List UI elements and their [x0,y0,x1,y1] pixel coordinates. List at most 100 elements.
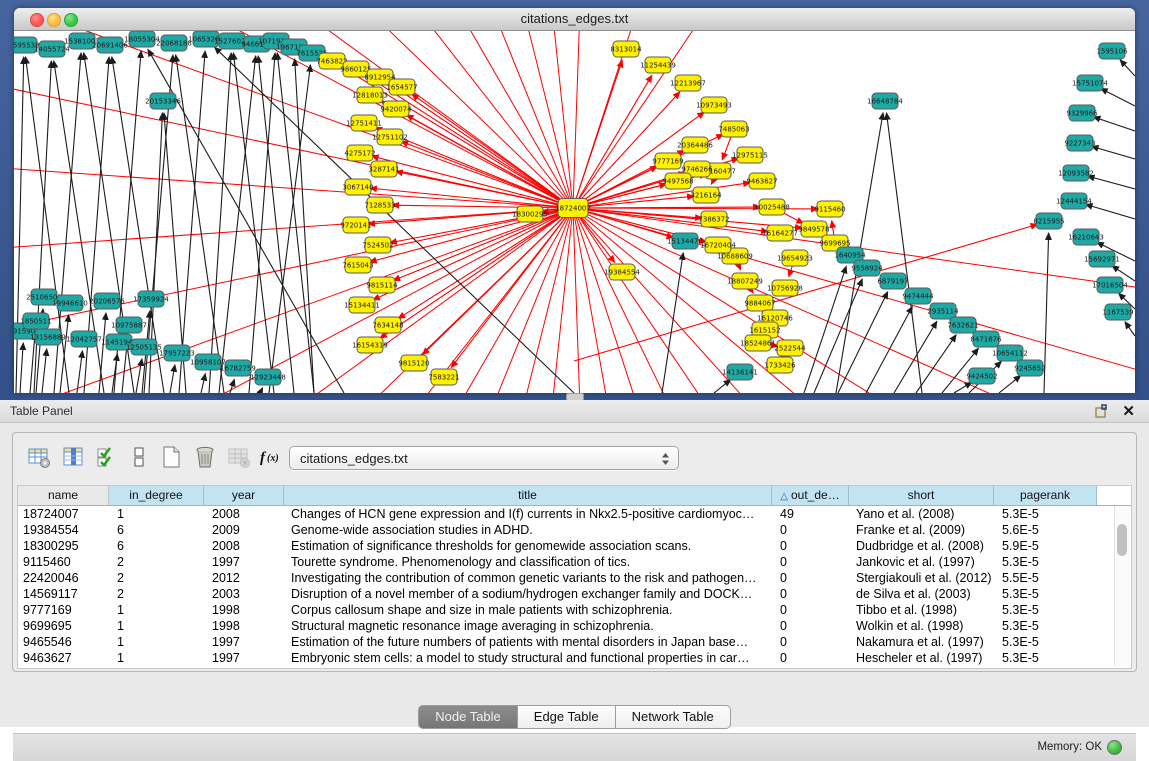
graph-node[interactable]: 12751102 [372,129,408,145]
graph-node[interactable]: 12751411 [346,115,382,131]
graph-node[interactable]: 15751074 [1072,75,1108,91]
graph-node[interactable]: 8215955 [1033,213,1064,229]
graph-node[interactable]: 3067140 [342,179,373,195]
graph-node[interactable]: 9245652 [1014,360,1045,376]
graph-node[interactable]: 9849578 [798,221,829,237]
graph-node[interactable]: 18807249 [727,273,763,289]
graph-node[interactable]: 9463627 [746,173,777,189]
graph-node[interactable]: 1733426 [764,357,796,373]
column-header-pagerank[interactable]: pagerank [994,486,1097,505]
column-header-title[interactable]: title [284,486,772,505]
graph-node[interactable]: 15134411 [344,297,380,313]
graph-node[interactable]: 7485063 [718,121,749,137]
graph-node[interactable]: 12975115 [732,147,768,163]
graph-node[interactable]: 14136141 [722,364,758,380]
table-row[interactable]: 977716911998Corpus callosum shape and si… [18,602,1131,618]
graph-node[interactable]: 10654112 [992,345,1028,361]
table-row[interactable]: 1872400712008Changes of HCN gene express… [18,506,1131,522]
graph-node[interactable]: 2522544 [774,340,806,356]
graph-node[interactable]: 18524861 [740,335,776,351]
graph-node[interactable]: 22068188 [156,35,192,51]
graph-node[interactable]: 1167539 [1102,304,1133,320]
select-rows-check-button[interactable] [93,445,121,473]
graph-node[interactable]: 7524502 [362,237,393,253]
graph-node[interactable]: 16210643 [1068,229,1104,245]
graph-node[interactable]: 19946610 [52,295,88,311]
table-row[interactable]: 1938455462009Genome-wide association stu… [18,522,1131,538]
graph-node[interactable]: 12505135 [126,339,162,355]
tab-node-table[interactable]: Node Table [418,705,518,729]
graph-node[interactable]: 19384554 [604,264,640,280]
graph-node[interactable]: 20691406 [92,37,128,53]
graph-node[interactable]: 7128533 [364,197,395,213]
float-panel-icon[interactable] [1095,404,1109,418]
graph-node[interactable]: 9558924 [851,260,883,276]
table-row[interactable]: 1456911722003Disruption of a novel membe… [18,586,1131,602]
new-table-button[interactable] [157,445,185,473]
graph-node[interactable]: 1850511 [20,313,51,329]
memory-status-indicator[interactable] [1107,740,1122,755]
function-builder-button[interactable]: f(x) [259,445,287,473]
graph-node[interactable]: 16648784 [867,93,903,109]
graph-node[interactable]: 9497568 [662,173,693,189]
graph-node[interactable]: 18055304 [124,31,160,47]
graph-node[interactable]: 17016504 [1092,277,1128,293]
graph-node[interactable]: 10975887 [111,317,147,333]
graph-node[interactable]: 18300295 [512,206,548,222]
network-graph-canvas[interactable]: 1872400715955381405572415381007206914061… [14,31,1135,393]
graph-node[interactable]: 12923448 [250,369,286,385]
close-panel-icon[interactable]: ✕ [1122,402,1135,420]
graph-node[interactable]: 9115460 [814,201,845,217]
table-vertical-scrollbar[interactable] [1114,506,1130,666]
graph-node[interactable]: 16154319 [352,337,388,353]
graph-node[interactable]: 16720404 [700,237,736,253]
graph-node[interactable]: 7583221 [428,369,459,385]
graph-node[interactable]: 17359924 [133,291,169,307]
graph-node[interactable]: 20206576 [89,293,125,309]
graph-node[interactable]: 12093582 [1058,165,1094,181]
row-height-button[interactable] [125,445,153,473]
graph-node[interactable]: 9815114 [366,277,398,293]
graph-node[interactable]: 9777169 [652,153,683,169]
table-row[interactable]: 946554611997Estimation of the future num… [18,634,1131,650]
table-row[interactable]: 946362711997Embryonic stem cells: a mode… [18,650,1131,666]
graph-node[interactable]: 10025488 [754,199,790,215]
graph-node[interactable]: 1654577 [386,79,417,95]
graph-node[interactable]: 7386372 [698,211,729,227]
graph-node[interactable]: 11254439 [640,57,676,73]
graph-node[interactable]: 12444154 [1056,193,1092,209]
table-settings-button[interactable] [25,445,53,473]
tab-network-table[interactable]: Network Table [616,705,731,729]
graph-node[interactable]: 7634148 [372,317,403,333]
graph-node[interactable]: 8313014 [610,41,642,57]
graph-node[interactable]: 6879197 [877,273,908,289]
graph-node[interactable]: 7632621 [947,317,978,333]
graph-node[interactable]: 9329966 [1066,105,1098,121]
column-select-button[interactable] [59,445,87,473]
graph-node[interactable]: 9815120 [398,355,429,371]
graph-node[interactable]: 9227343 [1064,135,1095,151]
graph-node[interactable]: 9420074 [380,101,412,117]
graph-node[interactable]: 3287141 [368,161,399,177]
graph-node[interactable]: 8471676 [970,331,1002,347]
graph-node[interactable]: 9474444 [902,288,934,304]
delete-rows-trash-button[interactable] [191,445,219,473]
table-row[interactable]: 1830029562008Estimation of significance … [18,538,1131,554]
column-header-name[interactable]: name [18,486,109,505]
graph-node[interactable]: 4275172 [344,145,375,161]
graph-node[interactable]: 10756928 [767,280,803,296]
graph-node[interactable]: 16164277 [762,225,798,241]
graph-node[interactable]: 1595106 [1096,43,1128,59]
table-row[interactable]: 911546021997Tourette syndrome. Phenomeno… [18,554,1131,570]
graph-node[interactable]: 20364486 [677,137,713,153]
graph-node[interactable]: 3216164 [690,187,722,203]
graph-node[interactable]: 10973493 [696,97,732,113]
network-table-select[interactable]: citations_edges.txt [289,446,679,470]
column-header-short[interactable]: short [849,486,994,505]
graph-node[interactable]: 15692971 [1084,251,1120,267]
graph-node[interactable]: 9424502 [966,368,997,384]
tab-edge-table[interactable]: Edge Table [518,705,616,729]
graph-node[interactable]: 7615043 [342,257,373,273]
table-row[interactable]: 2242004622012Investigating the contribut… [18,570,1131,586]
graph-node[interactable]: 19654923 [777,250,813,266]
